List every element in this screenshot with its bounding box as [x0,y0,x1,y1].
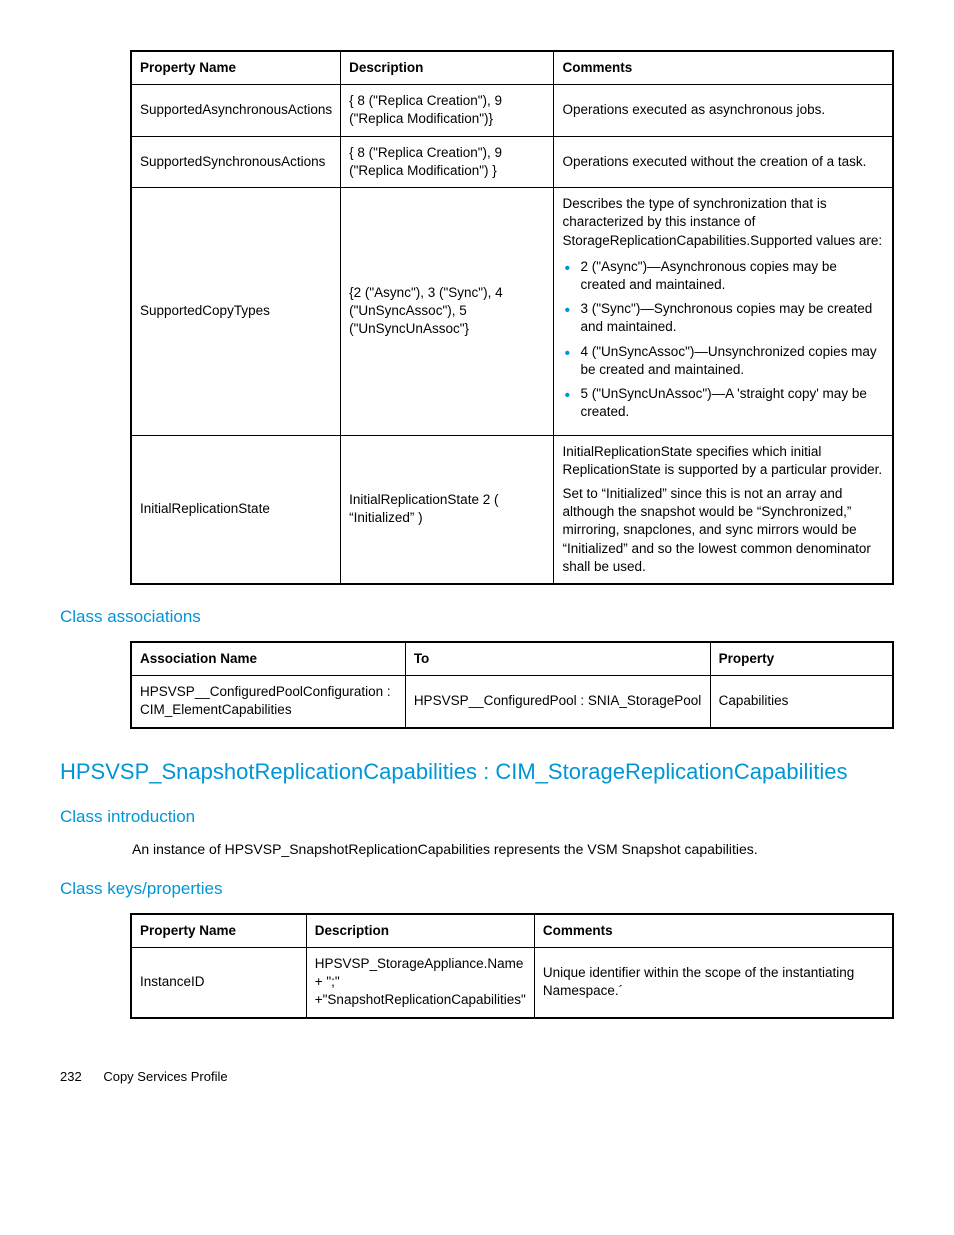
table-header: Property [710,642,893,676]
table-row: SupportedAsynchronousActions { 8 ("Repli… [131,85,893,136]
list-item: 4 ("UnSyncAssoc")—Unsynchronized copies … [562,343,884,379]
list-item: 5 ("UnSyncUnAssoc")—A 'straight copy' ma… [562,385,884,421]
cell-property: Capabilities [710,676,893,728]
section-class-introduction: Class introduction [60,807,894,827]
table-row: SupportedSynchronousActions { 8 ("Replic… [131,136,893,187]
cell-property: SupportedAsynchronousActions [131,85,341,136]
cell-description: HPSVSP_StorageAppliance.Name + ";" +"Sna… [306,947,534,1017]
cell-description: {2 ("Async"), 3 ("Sync"), 4 ("UnSyncAsso… [341,188,554,435]
table-header: Association Name [131,642,405,676]
cell-property: InitialReplicationState [131,435,341,584]
cell-to: HPSVSP__ConfiguredPool : SNIA_StoragePoo… [405,676,710,728]
cell-comments: InitialReplicationState specifies which … [554,435,893,584]
list-item: 2 ("Async")—Asynchronous copies may be c… [562,258,884,294]
footer-title: Copy Services Profile [103,1069,227,1084]
properties-table-3: Property Name Description Comments Insta… [130,913,894,1019]
associations-table: Association Name To Property HPSVSP__Con… [130,641,894,729]
table-header: Description [306,914,534,948]
cell-description: { 8 ("Replica Creation"), 9 ("Replica Mo… [341,85,554,136]
cell-property: SupportedSynchronousActions [131,136,341,187]
cell-comments: Operations executed without the creation… [554,136,893,187]
cell-comments: Operations executed as asynchronous jobs… [554,85,893,136]
main-heading: HPSVSP_SnapshotReplicationCapabilities :… [60,759,894,785]
table-header: Property Name [131,914,306,948]
cell-property: InstanceID [131,947,306,1017]
table-header: Comments [534,914,893,948]
table-row: SupportedCopyTypes {2 ("Async"), 3 ("Syn… [131,188,893,435]
comments-intro: Describes the type of synchronization th… [562,195,884,250]
section-class-keys: Class keys/properties [60,879,894,899]
cell-property: SupportedCopyTypes [131,188,341,435]
table-row: HPSVSP__ConfiguredPoolConfiguration : CI… [131,676,893,728]
table-header: Comments [554,51,893,85]
comments-p1: InitialReplicationState specifies which … [562,443,884,479]
cell-comments: Describes the type of synchronization th… [554,188,893,435]
section-class-associations: Class associations [60,607,894,627]
table-header: Description [341,51,554,85]
cell-description: InitialReplicationState 2 ( “Initialized… [341,435,554,584]
cell-description: { 8 ("Replica Creation"), 9 ("Replica Mo… [341,136,554,187]
properties-table-1: Property Name Description Comments Suppo… [130,50,894,585]
table-row: InstanceID HPSVSP_StorageAppliance.Name … [131,947,893,1017]
table-header: Property Name [131,51,341,85]
page-number: 232 [60,1069,82,1084]
comments-p2: Set to “Initialized” since this is not a… [562,485,884,576]
table-header: To [405,642,710,676]
intro-text: An instance of HPSVSP_SnapshotReplicatio… [132,841,894,857]
page-footer: 232 Copy Services Profile [60,1069,894,1084]
cell-assoc-name: HPSVSP__ConfiguredPoolConfiguration : CI… [131,676,405,728]
bullets-list: 2 ("Async")—Asynchronous copies may be c… [562,258,884,422]
cell-comments: Unique identifier within the scope of th… [534,947,893,1017]
table-row: InitialReplicationState InitialReplicati… [131,435,893,584]
list-item: 3 ("Sync")—Synchronous copies may be cre… [562,300,884,336]
